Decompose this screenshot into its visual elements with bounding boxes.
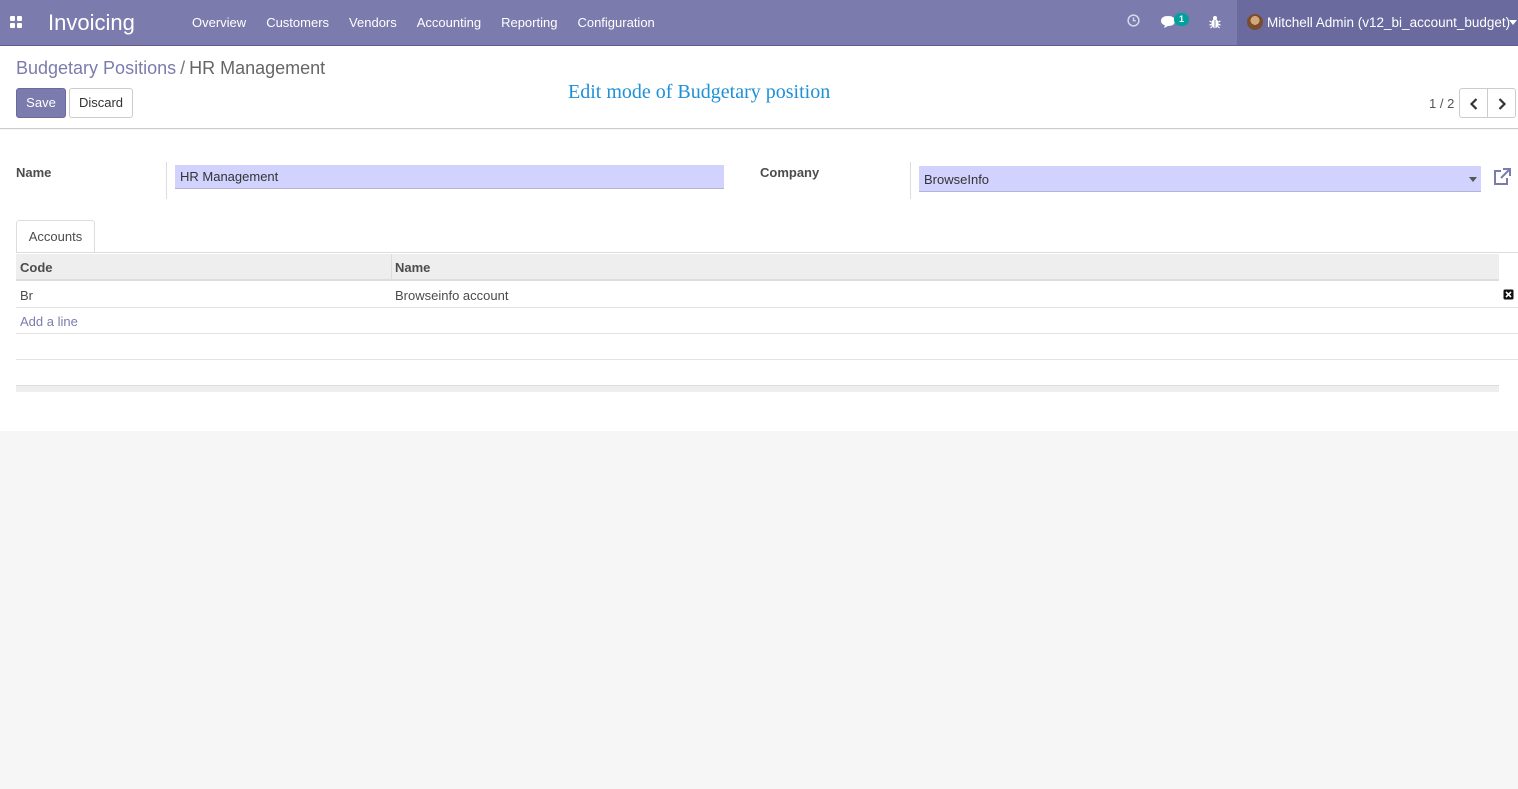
external-link-icon[interactable]: [1492, 168, 1512, 186]
main-menu: Overview Customers Vendors Accounting Re…: [182, 0, 665, 46]
user-name: Mitchell Admin (v12_bi_account_budget): [1267, 15, 1511, 30]
cell-code: Br: [20, 288, 33, 303]
tab-underline: [16, 252, 1518, 253]
discard-button[interactable]: Discard: [69, 88, 133, 118]
column-header-code[interactable]: Code: [20, 260, 53, 275]
company-select[interactable]: BrowseInfo: [919, 166, 1481, 192]
messages-badge: 1: [1174, 13, 1190, 26]
clock-icon[interactable]: [1127, 14, 1140, 27]
chevron-right-icon: [1498, 98, 1507, 110]
add-line-row: Add a line: [16, 308, 1518, 334]
app-title[interactable]: Invoicing: [48, 10, 135, 36]
top-navbar: Invoicing Overview Customers Vendors Acc…: [0, 0, 1518, 46]
field-divider: [910, 162, 911, 199]
menu-item-accounting[interactable]: Accounting: [407, 0, 491, 46]
table-row[interactable]: Br Browseinfo account: [16, 282, 1518, 308]
caret-down-icon: [1509, 20, 1517, 25]
annotation-caption: Edit mode of Budgetary position: [568, 81, 831, 103]
menu-item-vendors[interactable]: Vendors: [339, 0, 407, 46]
column-header-name[interactable]: Name: [395, 260, 430, 275]
form-sheet: Name Company BrowseInfo Accounts Code Na…: [0, 130, 1518, 431]
cell-name: Browseinfo account: [395, 288, 509, 303]
pager-previous-button[interactable]: [1459, 88, 1488, 118]
pager-value[interactable]: 1 / 2: [1429, 96, 1454, 111]
table-header: Code Name: [16, 254, 1499, 281]
avatar: [1247, 14, 1263, 30]
company-select-value: BrowseInfo: [924, 172, 990, 187]
empty-row: [16, 334, 1518, 360]
add-line-link[interactable]: Add a line: [20, 314, 78, 329]
field-divider: [166, 162, 167, 199]
column-divider: [391, 254, 392, 281]
user-menu[interactable]: Mitchell Admin (v12_bi_account_budget): [1237, 0, 1518, 45]
caret-down-icon: [1469, 177, 1477, 182]
trash-x-icon[interactable]: [1503, 289, 1514, 300]
save-button[interactable]: Save: [16, 88, 66, 118]
breadcrumb-current: HR Management: [189, 58, 326, 78]
menu-item-overview[interactable]: Overview: [182, 0, 256, 46]
tab-accounts[interactable]: Accounts: [16, 220, 95, 253]
company-label: Company: [760, 165, 820, 180]
name-field[interactable]: [175, 165, 724, 189]
empty-row: [16, 360, 1518, 386]
name-label: Name: [16, 165, 52, 180]
table-footer: [16, 385, 1499, 392]
menu-item-customers[interactable]: Customers: [256, 0, 339, 46]
apps-grid-icon[interactable]: [10, 16, 22, 28]
control-panel: Budgetary Positions / HR Management Save D…: [0, 46, 1518, 129]
breadcrumb-parent-link[interactable]: Budgetary Positions: [16, 58, 176, 78]
menu-item-configuration[interactable]: Configuration: [567, 0, 664, 46]
menu-item-reporting[interactable]: Reporting: [491, 0, 567, 46]
breadcrumb: Budgetary Positions / HR Management: [16, 58, 325, 79]
pager-next-button[interactable]: [1487, 88, 1516, 118]
chevron-left-icon: [1469, 98, 1478, 110]
breadcrumb-separator: /: [180, 58, 186, 78]
bug-icon[interactable]: [1209, 15, 1221, 29]
